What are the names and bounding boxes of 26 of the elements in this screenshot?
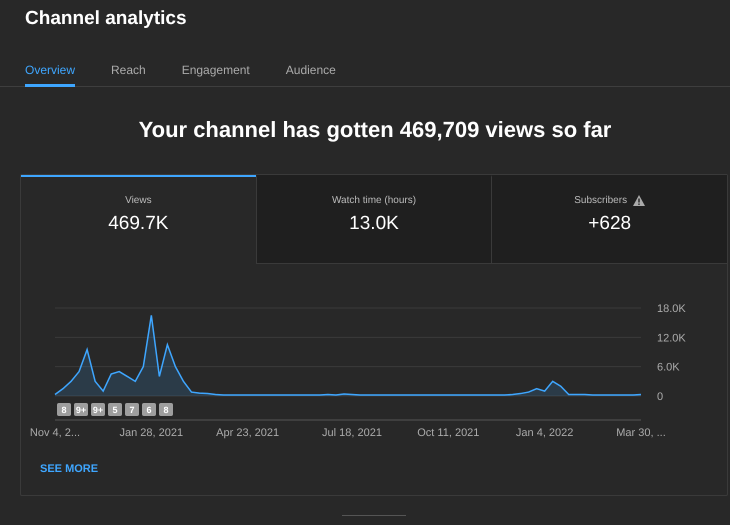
x-tick-label: Jan 4, 2022 — [516, 427, 574, 439]
x-tick-label: Oct 11, 2021 — [417, 427, 480, 439]
tab[interactable]: Audience — [286, 56, 336, 87]
y-tick-label: 0 — [657, 391, 664, 403]
x-tick-label: Jul 18, 2021 — [322, 427, 382, 439]
see-more-link[interactable]: SEE MORE — [40, 461, 98, 478]
metric-value: 13.0K — [349, 212, 399, 236]
tab[interactable]: Engagement — [182, 56, 250, 87]
x-tick-label: Nov 4, 2... — [30, 427, 80, 439]
tab[interactable]: Overview — [25, 56, 76, 87]
metric-tab[interactable]: Subscribers +628 — [491, 175, 728, 264]
page-title: Channel analytics — [25, 7, 187, 31]
y-tick-label: 12.0K — [657, 332, 686, 344]
metric-value: +628 — [588, 212, 632, 236]
x-tick-label: Apr 23, 2021 — [216, 427, 280, 439]
metric-value: 469.7K — [108, 212, 168, 236]
metric-tab[interactable]: Watch time (hours) 13.0K — [256, 175, 492, 264]
y-tick-label: 6.0K — [657, 362, 680, 374]
headline: Your channel has gotten 469,709 views so far — [138, 116, 612, 144]
x-tick-label: Mar 30, ... — [616, 427, 666, 439]
y-tick-label: 18.0K — [657, 303, 686, 315]
metric-label: Views — [125, 194, 152, 208]
x-tick-label: Jan 28, 2021 — [120, 427, 184, 439]
metric-label: Subscribers — [574, 194, 628, 208]
metric-label: Watch time (hours) — [332, 194, 416, 208]
tab[interactable]: Reach — [111, 56, 146, 87]
